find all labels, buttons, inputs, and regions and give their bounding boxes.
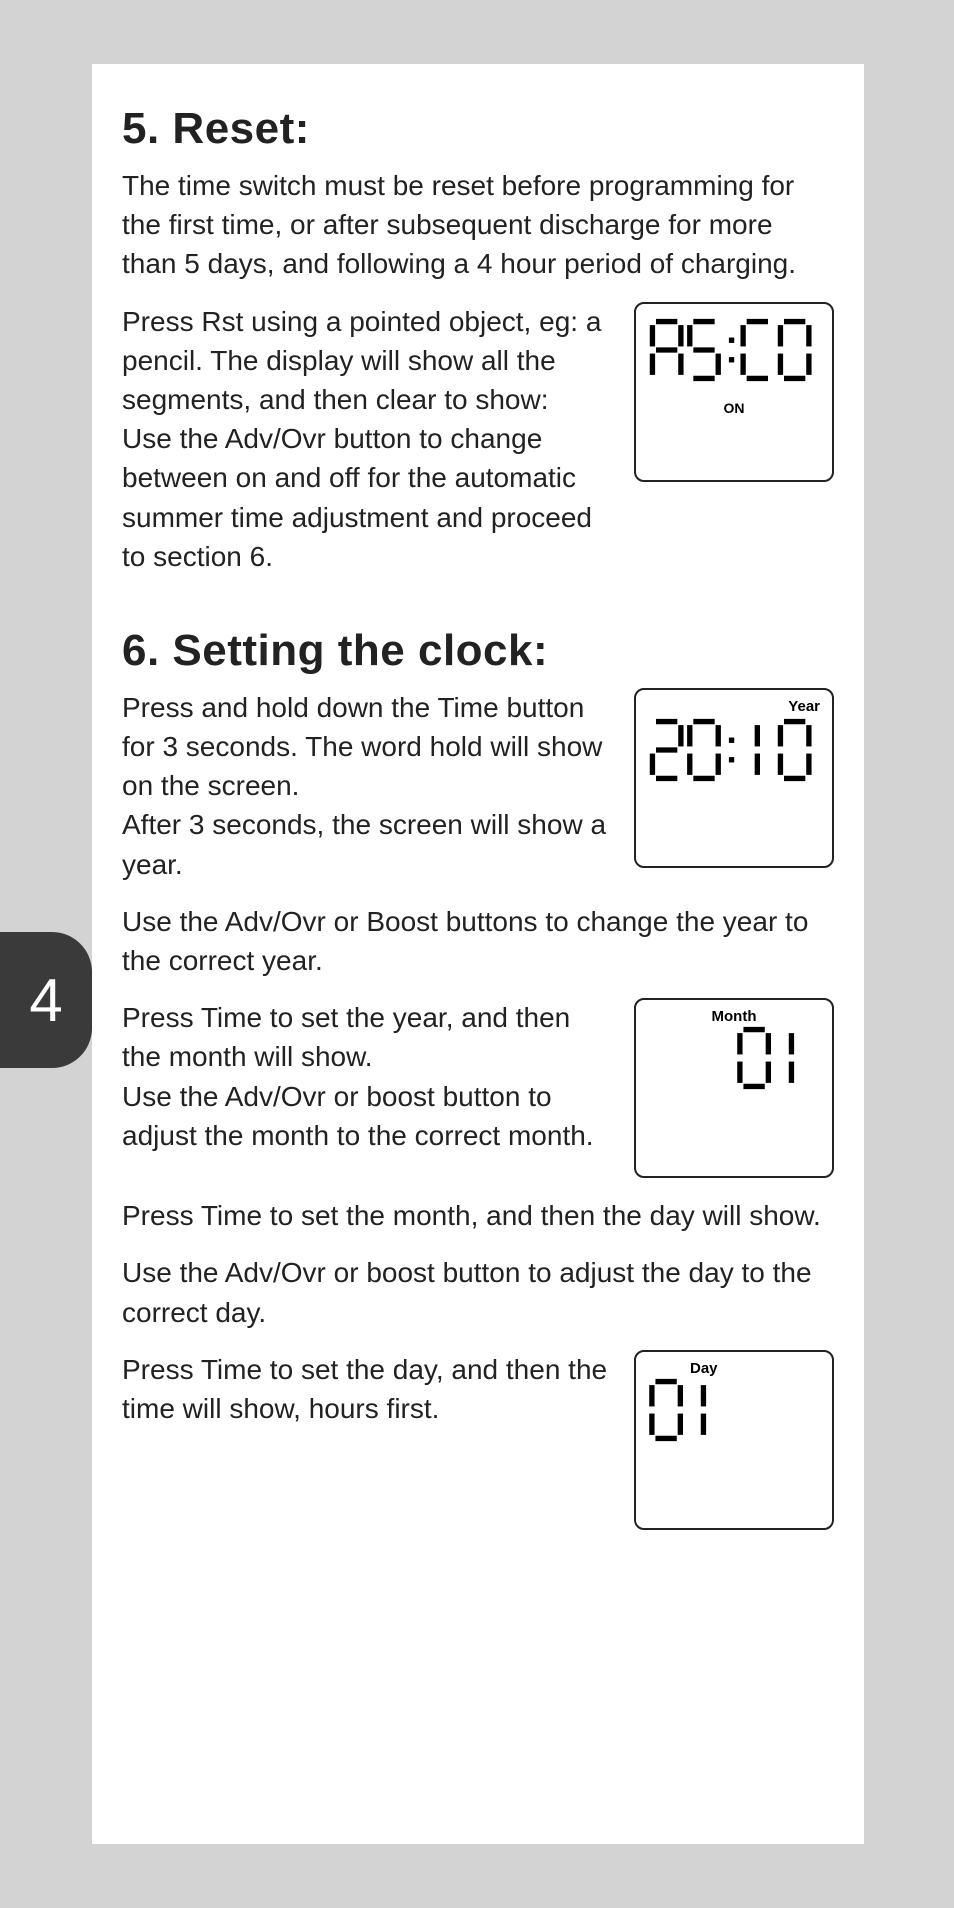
clock-p2: After 3 seconds, the screen will show a … [122,805,616,883]
clock-p6: Press Time to set the month, and then th… [122,1196,834,1235]
page-number-tab: 4 [0,932,92,1068]
section-reset: 5. Reset: The time switch must be reset … [122,104,834,576]
lcd-display-year: Year [634,688,834,868]
clock-p4: Press Time to set the year, and then the… [122,998,616,1076]
manual-page: 5. Reset: The time switch must be reset … [92,64,864,1844]
lcd-display-asco: ON [634,302,834,482]
clock-p7: Use the Adv/Ovr or boost button to adjus… [122,1253,834,1331]
reset-p2: Press Rst using a pointed object, eg: a … [122,302,616,420]
reset-p3: Use the Adv/Ovr button to change between… [122,419,616,576]
section-clock: 6. Setting the clock: Press and hold dow… [122,626,834,1530]
lcd-on-label: ON [636,400,832,416]
clock-p8: Press Time to set the day, and then the … [122,1350,616,1428]
heading-clock: 6. Setting the clock: [122,626,834,676]
page-number: 4 [29,966,62,1035]
clock-p5: Use the Adv/Ovr or boost button to adjus… [122,1077,616,1155]
lcd-day-label: Day [690,1360,718,1377]
clock-p3: Use the Adv/Ovr or Boost buttons to chan… [122,902,834,980]
lcd-display-day: Day [634,1350,834,1530]
reset-p1: The time switch must be reset before pro… [122,166,834,284]
clock-p1: Press and hold down the Time button for … [122,688,616,806]
lcd-month-label: Month [636,1008,832,1025]
lcd-display-month: Month [634,998,834,1178]
lcd-year-label: Year [788,698,820,715]
heading-reset: 5. Reset: [122,104,834,154]
